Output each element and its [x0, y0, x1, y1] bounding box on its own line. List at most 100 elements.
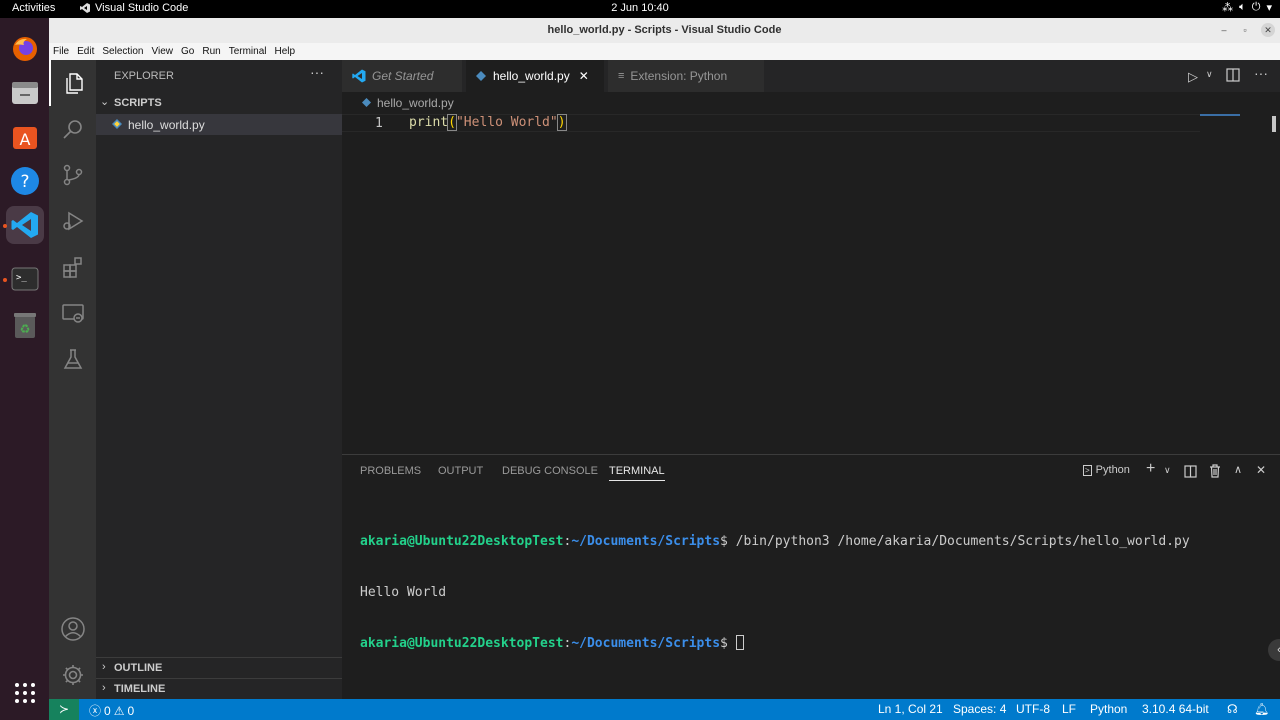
file-item[interactable]: hello_world.py [96, 114, 342, 135]
menu-terminal[interactable]: Terminal [229, 46, 267, 57]
firefox-launcher[interactable] [6, 30, 44, 68]
activity-run-debug[interactable] [49, 198, 96, 244]
vscode-tab-icon [352, 69, 366, 83]
timeline-section-header[interactable]: › TIMELINE [96, 678, 342, 698]
problems-indicator[interactable]: ⓧ 0 ⚠ 0 [89, 702, 134, 719]
menu-file[interactable]: File [53, 46, 69, 57]
menu-go[interactable]: Go [181, 46, 194, 57]
editor-more-actions-button[interactable]: ··· [1254, 65, 1268, 81]
python-file-icon [476, 71, 486, 81]
terminal-shell-selector[interactable]: > Python [1083, 464, 1130, 476]
warning-icon: ⚠ [113, 703, 125, 718]
prompt-path: ~/Documents/Scripts [571, 636, 721, 651]
indentation[interactable]: Spaces: 4 [953, 702, 1006, 716]
ellipsis-icon: ··· [1254, 65, 1268, 81]
close-icon: ✕ [1264, 25, 1272, 35]
activities-button[interactable]: Activities [12, 2, 55, 14]
panel-side-toggle[interactable]: ‹ [1268, 639, 1280, 661]
tab-extension-python[interactable]: ≡ Extension: Python [608, 60, 764, 92]
menu-edit[interactable]: Edit [77, 46, 94, 57]
plus-icon: + [1146, 460, 1156, 477]
minimap[interactable] [1200, 114, 1240, 116]
running-indicator [3, 278, 7, 282]
error-icon: ⓧ [89, 704, 102, 718]
trash-launcher[interactable]: ♻ [6, 306, 44, 344]
activity-explorer[interactable] [49, 60, 96, 106]
menu-run[interactable]: Run [202, 46, 220, 57]
breadcrumb-file[interactable]: hello_world.py [377, 96, 454, 110]
outline-section-header[interactable]: › OUTLINE [96, 657, 342, 677]
maximize-button[interactable]: ▫ [1238, 23, 1252, 37]
terminal-output[interactable]: akaria@Ubuntu22DesktopTest:~/Documents/S… [360, 499, 1190, 686]
svg-text:?: ? [20, 172, 29, 192]
files-launcher[interactable] [6, 74, 44, 112]
panel-tab-terminal[interactable]: TERMINAL [609, 465, 665, 481]
code-editor[interactable]: 1 print("Hello World") [342, 114, 1280, 453]
preview-list-icon: ≡ [618, 70, 625, 82]
volume-icon: 🔈︎ [1239, 1, 1246, 13]
activity-manage[interactable] [49, 652, 96, 698]
split-terminal-button[interactable] [1184, 465, 1197, 483]
notifications-bell-icon[interactable]: 🔔︎ [1254, 702, 1269, 716]
menu-view[interactable]: View [152, 46, 174, 57]
python-file-icon [362, 98, 371, 107]
help-icon: ? [11, 167, 39, 195]
activity-accounts[interactable] [49, 606, 96, 652]
panel-tab-problems[interactable]: PROBLEMS [360, 465, 421, 477]
vscode-launcher[interactable] [6, 206, 44, 244]
close-panel-button[interactable]: ✕ [1256, 463, 1266, 477]
terminal-dropdown-button[interactable]: ∨ [1164, 465, 1171, 476]
terminal-shell-name: Python [1095, 464, 1130, 476]
tab-get-started[interactable]: Get Started [342, 60, 462, 92]
encoding[interactable]: UTF-8 [1016, 702, 1050, 716]
minimize-button[interactable]: – [1217, 23, 1231, 37]
window-title: hello_world.py - Scripts - Visual Studio… [547, 24, 782, 36]
new-terminal-button[interactable]: + [1146, 460, 1155, 478]
activity-search[interactable] [49, 106, 96, 152]
show-apps-button[interactable] [6, 674, 44, 712]
activity-remote-explorer[interactable] [49, 290, 96, 336]
software-launcher[interactable]: A [6, 118, 44, 156]
language-mode[interactable]: Python [1090, 702, 1127, 716]
terminal-command: /bin/python3 /home/akaria/Documents/Scri… [727, 534, 1190, 549]
activity-source-control[interactable] [49, 152, 96, 198]
play-icon: ▷ [1188, 69, 1198, 84]
activity-testing[interactable] [49, 336, 96, 382]
kill-terminal-button[interactable] [1209, 464, 1221, 483]
menu-help[interactable]: Help [275, 46, 296, 57]
clock[interactable]: 2 Jun 10:40 [0, 2, 1280, 14]
remote-indicator[interactable]: ≻ [49, 699, 79, 720]
end-of-line[interactable]: LF [1062, 702, 1076, 716]
tab-hello-world[interactable]: hello_world.py ✕ [466, 60, 604, 92]
cursor-position[interactable]: Ln 1, Col 21 [878, 702, 943, 716]
breadcrumb: hello_world.py [342, 92, 1280, 114]
trash-icon: ♻ [14, 313, 36, 338]
close-window-button[interactable]: ✕ [1261, 23, 1275, 37]
activity-extensions[interactable] [49, 244, 96, 290]
explorer-sidebar: EXPLORER ··· ⌄ SCRIPTS hello_world.py › … [96, 60, 342, 699]
panel-tab-output[interactable]: OUTPUT [438, 465, 483, 477]
app-menu[interactable]: Visual Studio Code [80, 2, 188, 14]
terminal-line: Hello World [360, 584, 1190, 601]
folder-header[interactable]: ⌄ SCRIPTS [96, 93, 342, 113]
help-launcher[interactable]: ? [6, 162, 44, 200]
run-file-button[interactable]: ▷ [1188, 69, 1198, 85]
panel-tab-debug-console[interactable]: DEBUG CONSOLE [502, 465, 598, 477]
tab-close-icon[interactable]: ✕ [579, 69, 589, 83]
window-title-bar[interactable]: hello_world.py - Scripts - Visual Studio… [49, 18, 1280, 43]
trash-icon [1210, 464, 1220, 478]
power-icon: ⏻ [1251, 1, 1261, 13]
sidebar-more-actions-button[interactable]: ··· [310, 64, 324, 80]
maximize-panel-button[interactable]: ∧ [1234, 463, 1242, 476]
python-interpreter[interactable]: 3.10.4 64-bit [1142, 702, 1209, 716]
feedback-icon[interactable]: ☊ [1227, 702, 1238, 716]
dock: A ? >_ ♻ [0, 18, 49, 720]
system-tray[interactable]: ⁂ 🔈︎ ⏻ ▾ [1222, 1, 1272, 14]
run-debug-icon [62, 211, 83, 231]
split-editor-button[interactable] [1226, 68, 1240, 87]
run-options-button[interactable]: ∨ [1206, 69, 1213, 80]
files-icon [12, 82, 38, 104]
code-line[interactable]: print("Hello World") [409, 114, 567, 131]
menu-selection[interactable]: Selection [102, 46, 143, 57]
terminal-launcher[interactable]: >_ [6, 260, 44, 298]
